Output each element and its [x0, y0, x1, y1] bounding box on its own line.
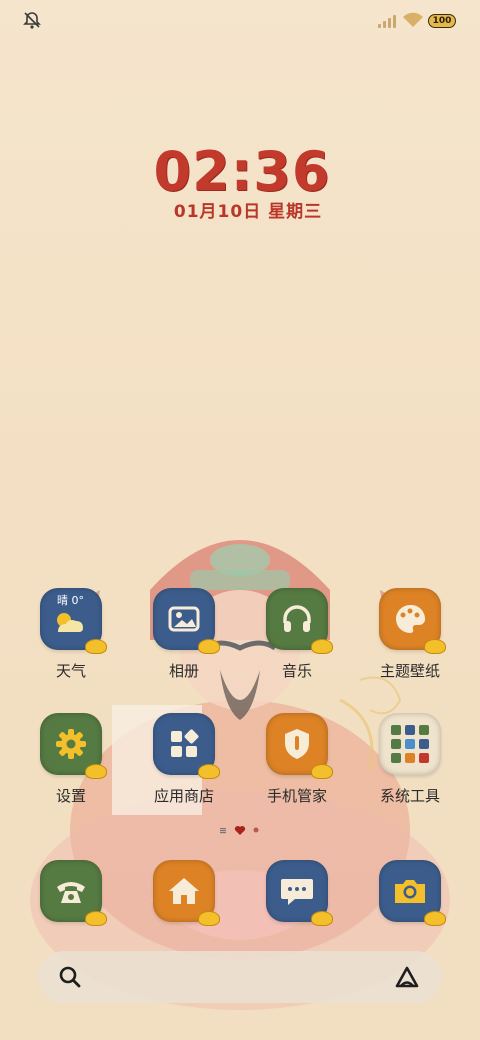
dock-messages[interactable] [247, 860, 347, 926]
clock-time[interactable]: 02:36 [0, 140, 480, 203]
signal-icon [378, 14, 398, 28]
app-label: 设置 [55, 787, 86, 805]
battery-indicator: 100 [428, 14, 456, 28]
camera-icon [379, 860, 446, 926]
palette-icon [379, 588, 446, 654]
dock-home[interactable] [134, 860, 234, 926]
app-gallery[interactable]: 相册 [134, 588, 234, 681]
coin-badge-icon [198, 639, 220, 654]
notification-muted-icon [23, 12, 41, 29]
page-dot [253, 827, 259, 833]
search-icon[interactable] [58, 965, 82, 989]
app-label: 相册 [168, 662, 199, 680]
app-label: 音乐 [281, 662, 312, 680]
folder-icon [379, 713, 441, 775]
page-indicator[interactable] [218, 823, 268, 837]
gear-icon [40, 713, 107, 779]
coin-badge-icon [85, 764, 107, 779]
headphones-icon [266, 588, 333, 654]
home-icon [153, 860, 220, 926]
clock-date[interactable]: 01月10日 星期三 [0, 197, 480, 222]
coin-badge-icon [198, 764, 220, 779]
assistant-icon[interactable] [394, 965, 420, 989]
status-bar: 100 [0, 0, 480, 40]
dock-camera[interactable] [360, 860, 460, 926]
coin-badge-icon [311, 911, 333, 926]
app-label: 系统工具 [379, 787, 440, 805]
phone-icon [40, 860, 107, 926]
app-music[interactable]: 音乐 [247, 588, 347, 681]
app-label: 应用商店 [153, 787, 214, 805]
message-icon [266, 860, 333, 926]
app-themes[interactable]: 主题壁纸 [360, 588, 460, 681]
app-label: 天气 [55, 662, 86, 680]
coin-badge-icon [424, 639, 446, 654]
coin-badge-icon [85, 639, 107, 654]
home-screen-list-icon [220, 828, 226, 834]
dock-phone[interactable] [21, 860, 121, 926]
app-store-icon [153, 713, 220, 779]
app-settings[interactable]: 设置 [21, 713, 121, 806]
wifi-icon [403, 12, 423, 27]
app-system-tools-folder[interactable]: 系统工具 [360, 713, 460, 806]
search-bar[interactable] [38, 951, 442, 1003]
app-phone-manager[interactable]: 手机管家 [247, 713, 347, 806]
coin-badge-icon [311, 764, 333, 779]
app-label: 主题壁纸 [379, 662, 440, 680]
gallery-icon [153, 588, 220, 654]
coin-badge-icon [311, 639, 333, 654]
heart-page-dot [234, 826, 246, 835]
app-label: 手机管家 [266, 787, 327, 805]
app-weather[interactable]: 晴 0° 天气 [21, 588, 121, 681]
coin-badge-icon [424, 911, 446, 926]
weather-icon: 晴 0° [40, 588, 107, 654]
shield-icon [266, 713, 333, 779]
coin-badge-icon [85, 911, 107, 926]
coin-badge-icon [198, 911, 220, 926]
app-store[interactable]: 应用商店 [134, 713, 234, 806]
